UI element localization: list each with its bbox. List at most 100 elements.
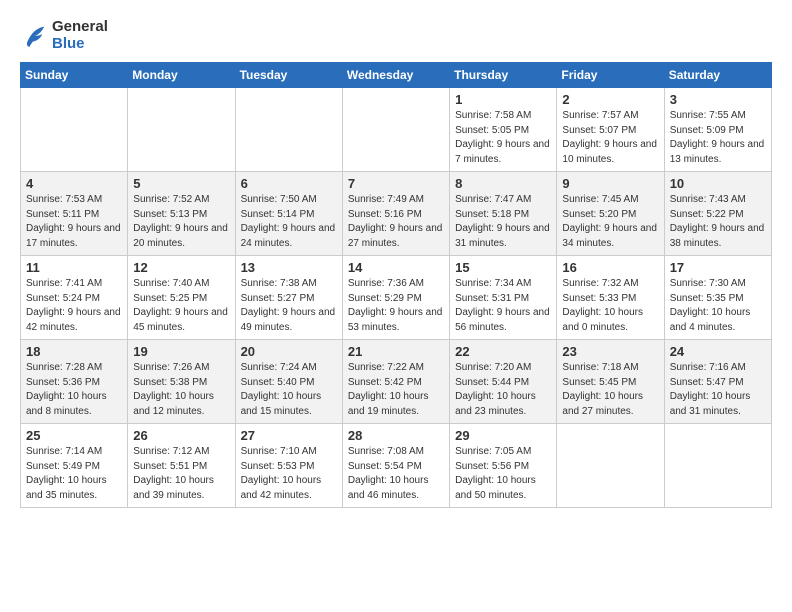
day-number: 5 [133, 176, 229, 191]
day-number: 17 [670, 260, 766, 275]
day-number: 20 [241, 344, 337, 359]
day-cell: 17 Sunrise: 7:30 AMSunset: 5:35 PMDayligh… [664, 256, 771, 340]
day-number: 15 [455, 260, 551, 275]
day-number: 25 [26, 428, 122, 443]
logo-text: General Blue [52, 18, 108, 52]
day-cell [21, 88, 128, 172]
day-info: Sunrise: 7:47 AMSunset: 5:18 PMDaylight:… [455, 193, 551, 251]
day-cell [235, 88, 342, 172]
header-cell-wednesday: Wednesday [342, 63, 449, 88]
day-cell: 22Sunrise: 7:20 AMSunset: 5:44 PMDayligh… [450, 340, 557, 424]
day-number: 4 [26, 176, 122, 191]
day-number: 19 [133, 344, 229, 359]
day-info: Sunrise: 7:10 AMSunset: 5:53 PMDaylight:… [241, 445, 337, 503]
day-info: Sunrise: 7:50 AMSunset: 5:14 PMDaylight:… [241, 193, 337, 251]
day-cell: 5 Sunrise: 7:52 AMSunset: 5:13 PMDaylight… [128, 172, 235, 256]
day-number: 10 [670, 176, 766, 191]
week-row-4: 18 Sunrise: 7:28 AMSunset: 5:36 PMDayligh… [21, 340, 772, 424]
day-cell: 14 Sunrise: 7:36 AMSunset: 5:29 PMDayligh… [342, 256, 449, 340]
day-number: 22 [455, 344, 551, 359]
day-cell: 12 Sunrise: 7:40 AMSunset: 5:25 PMDayligh… [128, 256, 235, 340]
day-info: Sunrise: 7:53 AMSunset: 5:11 PMDaylight:… [26, 193, 122, 251]
week-row-1: 1 Sunrise: 7:58 AMSunset: 5:05 PMDaylight… [21, 88, 772, 172]
day-info: Sunrise: 7:49 AMSunset: 5:16 PMDaylight:… [348, 193, 444, 251]
day-number: 23 [562, 344, 658, 359]
logo-icon [20, 21, 48, 49]
day-number: 2 [562, 92, 658, 107]
day-info: Sunrise: 7:30 AMSunset: 5:35 PMDaylight:… [670, 277, 766, 335]
day-cell: 29 Sunrise: 7:05 AMSunset: 5:56 PMDayligh… [450, 424, 557, 508]
day-info: Sunrise: 7:36 AMSunset: 5:29 PMDaylight:… [348, 277, 444, 335]
day-cell [557, 424, 664, 508]
day-cell [664, 424, 771, 508]
day-cell: 25 Sunrise: 7:14 AMSunset: 5:49 PMDayligh… [21, 424, 128, 508]
day-cell: 28 Sunrise: 7:08 AMSunset: 5:54 PMDayligh… [342, 424, 449, 508]
day-info: Sunrise: 7:41 AMSunset: 5:24 PMDaylight:… [26, 277, 122, 335]
header-cell-thursday: Thursday [450, 63, 557, 88]
page: General Blue SundayMondayTuesdayWednesda… [0, 0, 792, 518]
day-number: 18 [26, 344, 122, 359]
day-number: 21 [348, 344, 444, 359]
day-info: Sunrise: 7:18 AMSunset: 5:45 PMDaylight:… [562, 361, 658, 419]
day-cell [342, 88, 449, 172]
header-cell-monday: Monday [128, 63, 235, 88]
day-info: Sunrise: 7:14 AMSunset: 5:49 PMDaylight:… [26, 445, 122, 503]
day-number: 9 [562, 176, 658, 191]
day-info: Sunrise: 7:52 AMSunset: 5:13 PMDaylight:… [133, 193, 229, 251]
day-cell: 15Sunrise: 7:34 AMSunset: 5:31 PMDayligh… [450, 256, 557, 340]
day-cell: 9Sunrise: 7:45 AMSunset: 5:20 PMDaylight… [557, 172, 664, 256]
header-cell-sunday: Sunday [21, 63, 128, 88]
header-cell-friday: Friday [557, 63, 664, 88]
day-number: 27 [241, 428, 337, 443]
day-number: 13 [241, 260, 337, 275]
calendar-table: SundayMondayTuesdayWednesdayThursdayFrid… [20, 62, 772, 508]
header: General Blue [20, 18, 772, 52]
day-info: Sunrise: 7:55 AMSunset: 5:09 PMDaylight:… [670, 109, 766, 167]
day-cell: 1 Sunrise: 7:58 AMSunset: 5:05 PMDaylight… [450, 88, 557, 172]
day-cell: 10 Sunrise: 7:43 AMSunset: 5:22 PMDayligh… [664, 172, 771, 256]
day-info: Sunrise: 7:43 AMSunset: 5:22 PMDaylight:… [670, 193, 766, 251]
day-cell: 18 Sunrise: 7:28 AMSunset: 5:36 PMDayligh… [21, 340, 128, 424]
day-cell: 20 Sunrise: 7:24 AMSunset: 5:40 PMDayligh… [235, 340, 342, 424]
day-cell: 21 Sunrise: 7:22 AMSunset: 5:42 PMDayligh… [342, 340, 449, 424]
day-number: 12 [133, 260, 229, 275]
day-cell: 26Sunrise: 7:12 AMSunset: 5:51 PMDayligh… [128, 424, 235, 508]
day-cell: 4 Sunrise: 7:53 AMSunset: 5:11 PMDaylight… [21, 172, 128, 256]
day-number: 11 [26, 260, 122, 275]
day-cell: 13 Sunrise: 7:38 AMSunset: 5:27 PMDayligh… [235, 256, 342, 340]
header-cell-tuesday: Tuesday [235, 63, 342, 88]
week-row-2: 4 Sunrise: 7:53 AMSunset: 5:11 PMDaylight… [21, 172, 772, 256]
day-info: Sunrise: 7:22 AMSunset: 5:42 PMDaylight:… [348, 361, 444, 419]
day-number: 29 [455, 428, 551, 443]
day-cell: 16 Sunrise: 7:32 AMSunset: 5:33 PMDayligh… [557, 256, 664, 340]
day-info: Sunrise: 7:32 AMSunset: 5:33 PMDaylight:… [562, 277, 658, 335]
day-info: Sunrise: 7:26 AMSunset: 5:38 PMDaylight:… [133, 361, 229, 419]
day-cell: 7 Sunrise: 7:49 AMSunset: 5:16 PMDaylight… [342, 172, 449, 256]
day-info: Sunrise: 7:58 AMSunset: 5:05 PMDaylight:… [455, 109, 551, 167]
week-row-5: 25 Sunrise: 7:14 AMSunset: 5:49 PMDayligh… [21, 424, 772, 508]
logo: General Blue [20, 18, 108, 52]
day-info: Sunrise: 7:16 AMSunset: 5:47 PMDaylight:… [670, 361, 766, 419]
day-info: Sunrise: 7:24 AMSunset: 5:40 PMDaylight:… [241, 361, 337, 419]
header-cell-saturday: Saturday [664, 63, 771, 88]
day-info: Sunrise: 7:40 AMSunset: 5:25 PMDaylight:… [133, 277, 229, 335]
day-info: Sunrise: 7:28 AMSunset: 5:36 PMDaylight:… [26, 361, 122, 419]
day-info: Sunrise: 7:05 AMSunset: 5:56 PMDaylight:… [455, 445, 551, 503]
day-number: 26 [133, 428, 229, 443]
day-number: 16 [562, 260, 658, 275]
day-number: 24 [670, 344, 766, 359]
day-cell: 8 Sunrise: 7:47 AMSunset: 5:18 PMDaylight… [450, 172, 557, 256]
day-number: 28 [348, 428, 444, 443]
day-info: Sunrise: 7:38 AMSunset: 5:27 PMDaylight:… [241, 277, 337, 335]
day-info: Sunrise: 7:57 AMSunset: 5:07 PMDaylight:… [562, 109, 658, 167]
day-info: Sunrise: 7:08 AMSunset: 5:54 PMDaylight:… [348, 445, 444, 503]
day-cell: 6Sunrise: 7:50 AMSunset: 5:14 PMDaylight… [235, 172, 342, 256]
day-number: 8 [455, 176, 551, 191]
header-row: SundayMondayTuesdayWednesdayThursdayFrid… [21, 63, 772, 88]
week-row-3: 11 Sunrise: 7:41 AMSunset: 5:24 PMDayligh… [21, 256, 772, 340]
day-cell: 11 Sunrise: 7:41 AMSunset: 5:24 PMDayligh… [21, 256, 128, 340]
day-number: 14 [348, 260, 444, 275]
day-number: 7 [348, 176, 444, 191]
day-cell: 24 Sunrise: 7:16 AMSunset: 5:47 PMDayligh… [664, 340, 771, 424]
day-number: 1 [455, 92, 551, 107]
